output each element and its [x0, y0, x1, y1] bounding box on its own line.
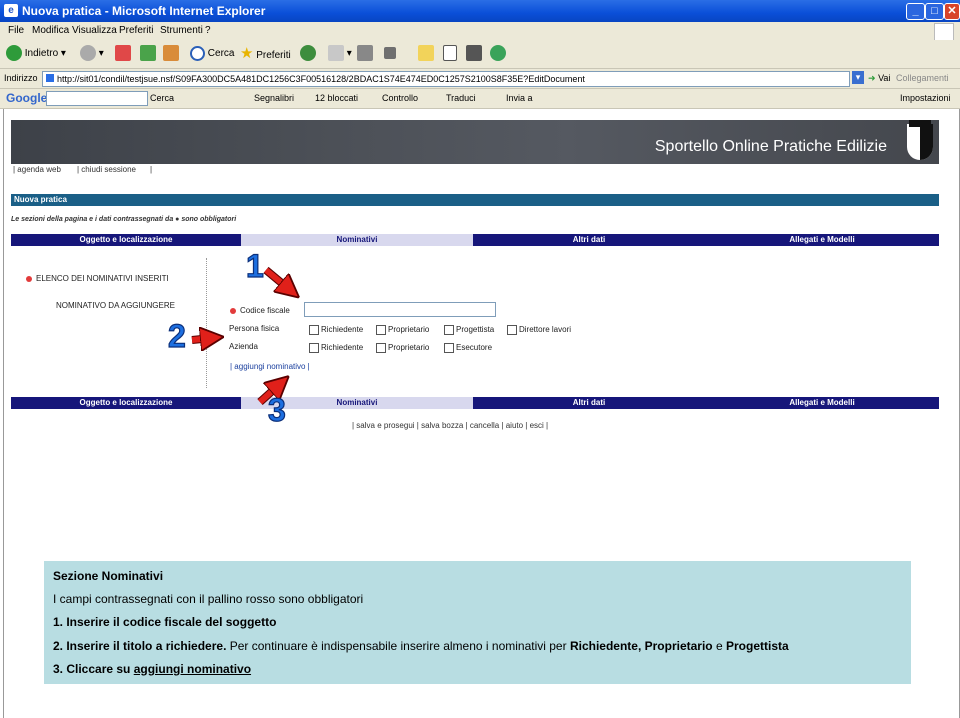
callout-number-1: 1 — [245, 247, 264, 284]
instructions-box: Sezione Nominativi I campi contrassegnat… — [44, 561, 911, 684]
instructions-step-2: 2. Inserire il titolo a richiedere. Per … — [53, 639, 789, 653]
callout-number-2: 2 — [167, 317, 186, 354]
instructions-step-1: 1. Inserire il codice fiscale del sogget… — [53, 615, 277, 629]
arrow-1 — [264, 267, 290, 290]
instructions-line: I campi contrassegnati con il pallino ro… — [53, 592, 364, 606]
callout-number-3: 3 — [267, 391, 286, 428]
instructions-title: Sezione Nominativi — [53, 569, 164, 583]
arrow-2 — [191, 338, 212, 340]
instructions-step-3: 3. Cliccare su aggiungi nominativo — [53, 662, 252, 676]
